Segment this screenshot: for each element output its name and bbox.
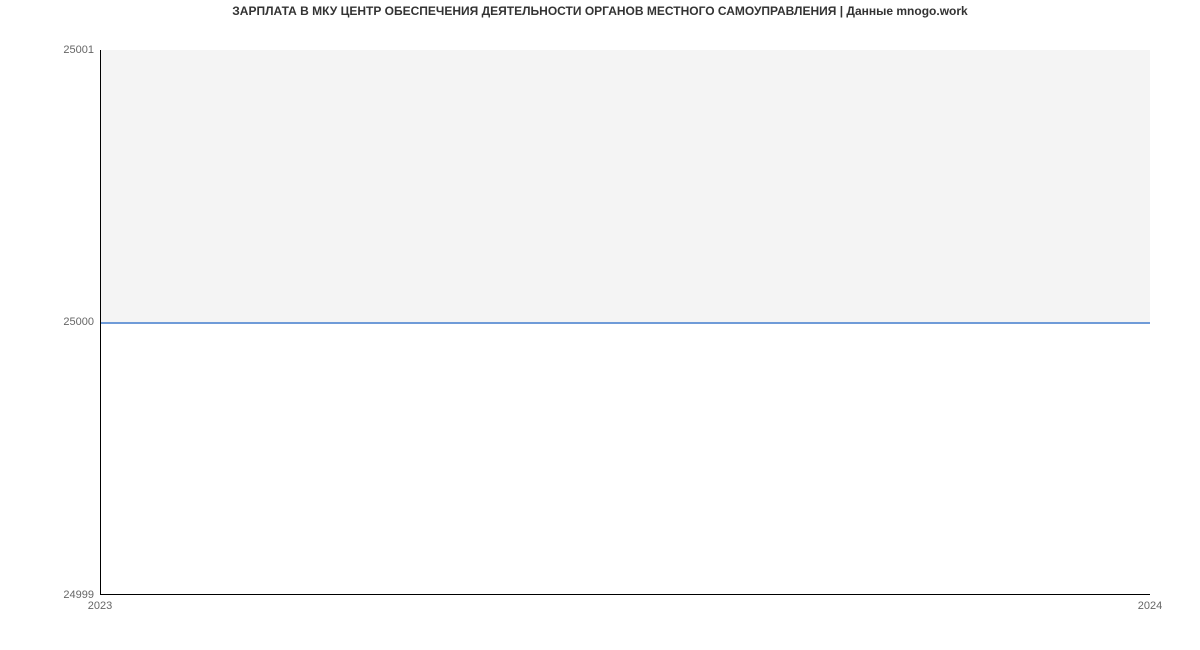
chart-title: ЗАРПЛАТА В МКУ ЦЕНТР ОБЕСПЕЧЕНИЯ ДЕЯТЕЛЬ… [0, 4, 1200, 18]
x-tick-label: 2023 [88, 600, 112, 612]
x-tick-label: 2024 [1138, 600, 1162, 612]
y-tick-label: 25000 [63, 316, 94, 328]
series-line [101, 322, 1150, 324]
plot-area [100, 50, 1150, 595]
y-tick-label: 25001 [63, 44, 94, 56]
chart-container: ЗАРПЛАТА В МКУ ЦЕНТР ОБЕСПЕЧЕНИЯ ДЕЯТЕЛЬ… [0, 0, 1200, 650]
plot-band [101, 50, 1150, 322]
